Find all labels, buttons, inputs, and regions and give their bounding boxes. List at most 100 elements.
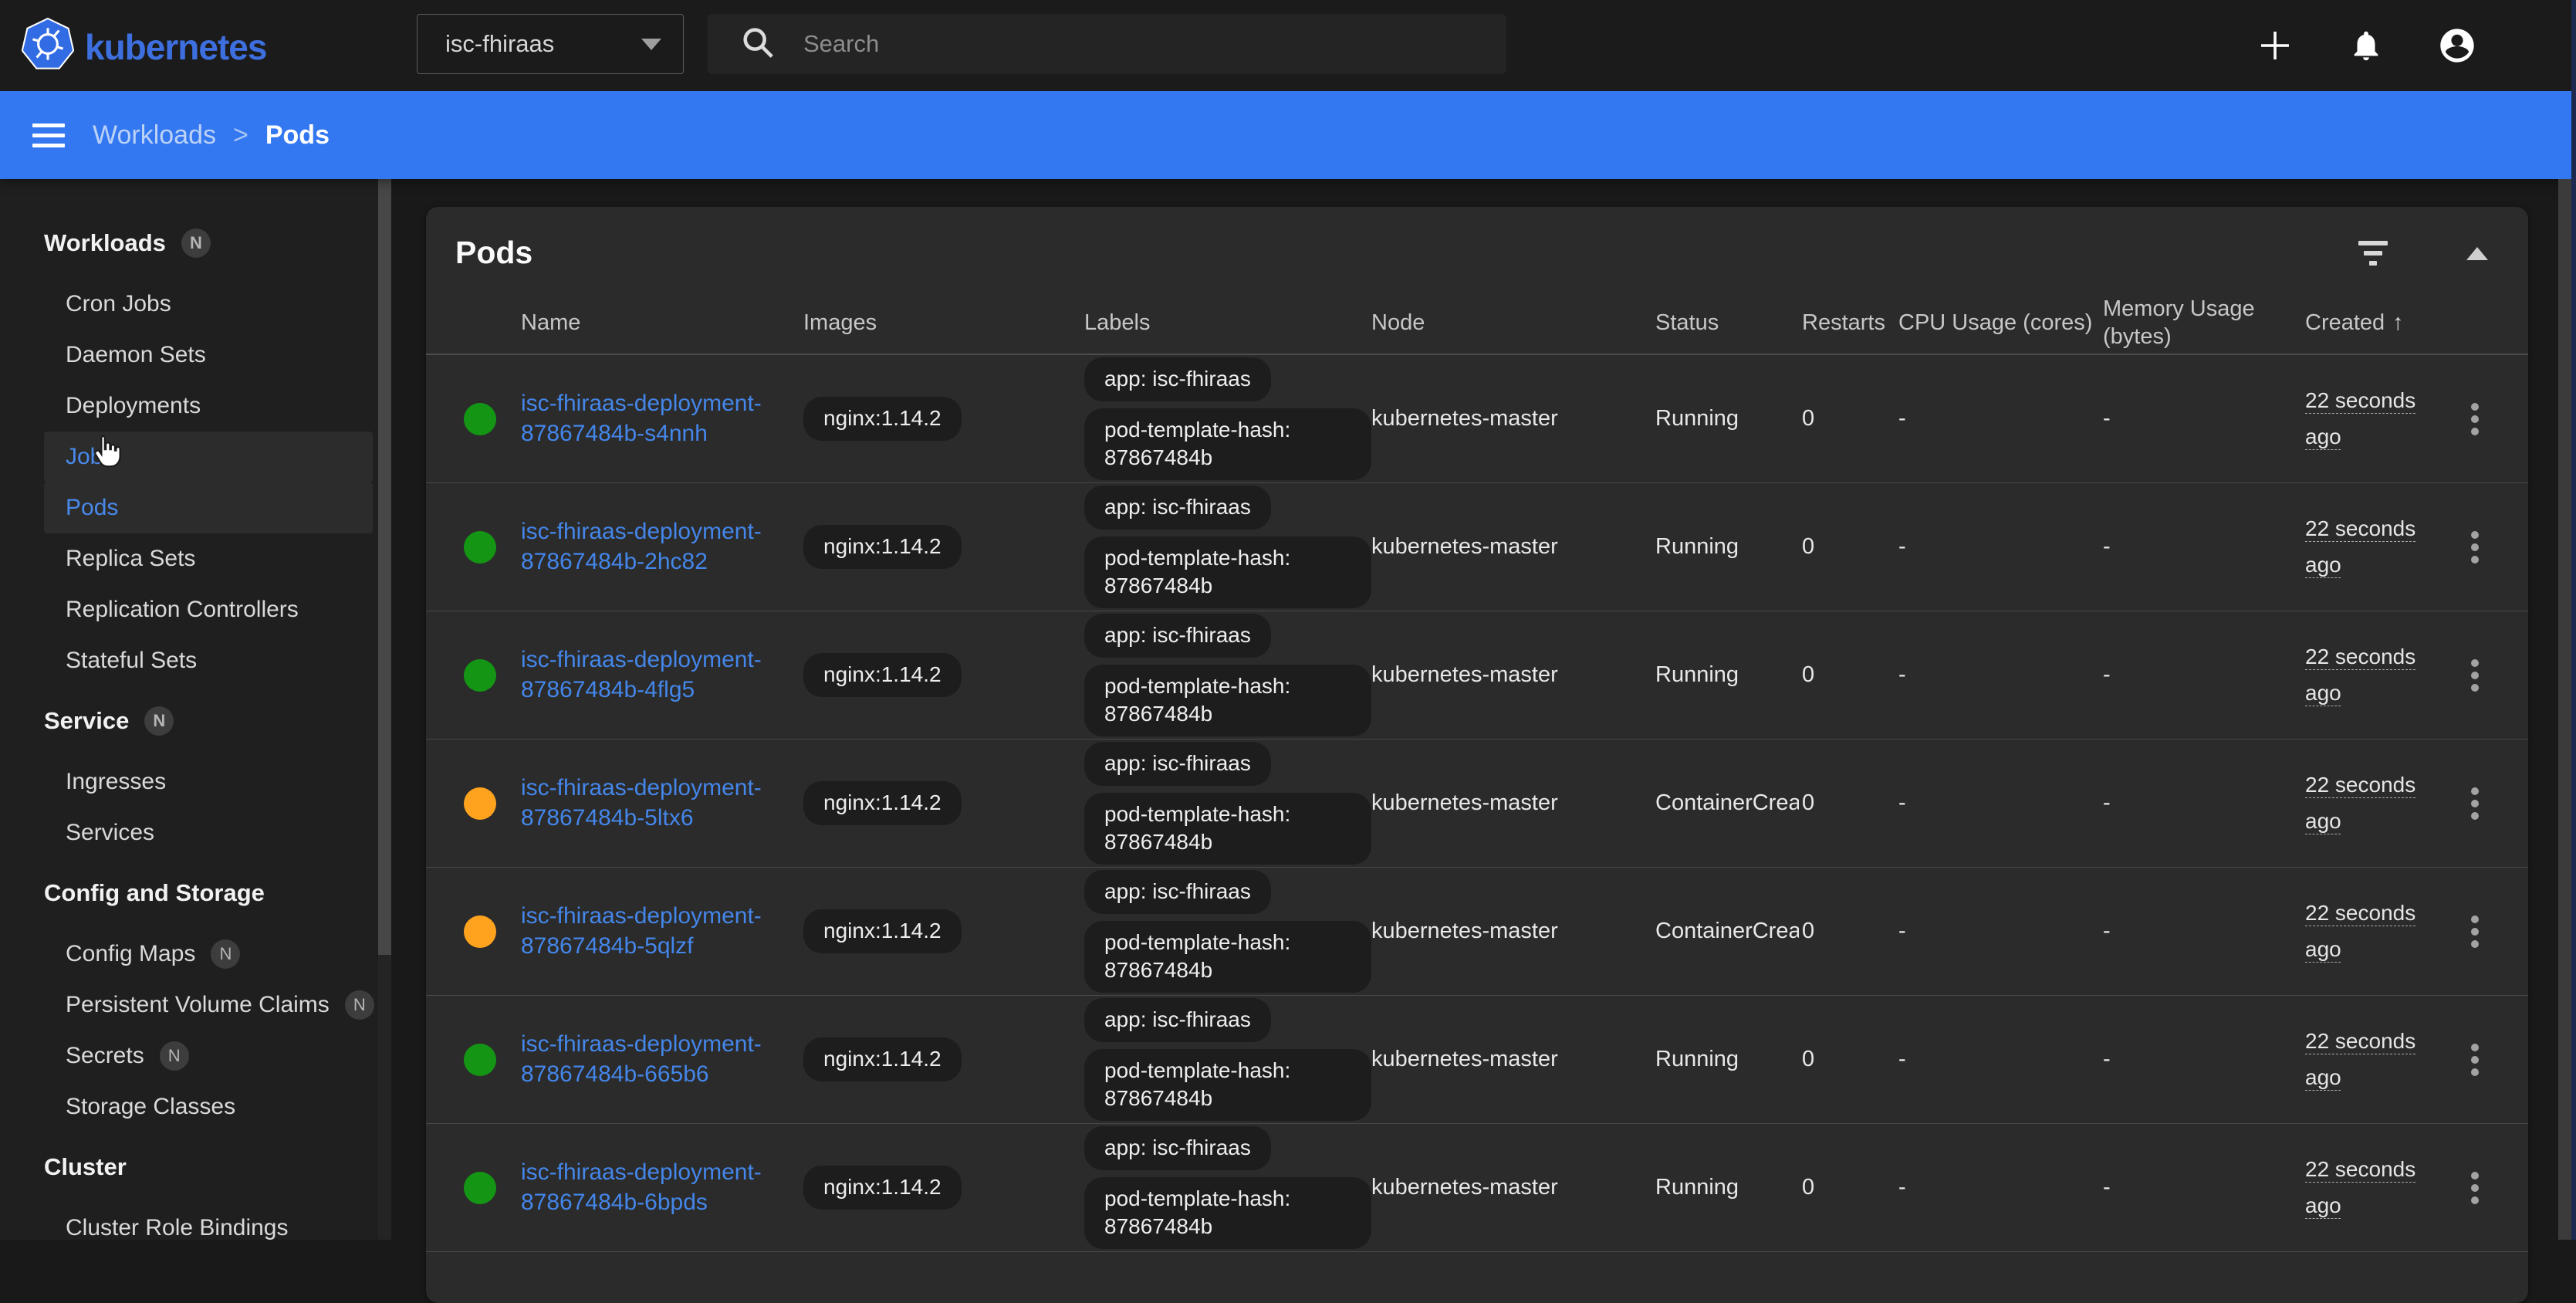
- sidebar-item-cluster-role-bindings[interactable]: Cluster Role Bindings: [0, 1203, 378, 1240]
- sidebar-section-cluster: ClusterCluster Role Bindings: [0, 1150, 378, 1240]
- sidebar-item-replica-sets[interactable]: Replica Sets: [0, 533, 378, 584]
- created-ago-text: 22 seconds ago: [2305, 511, 2425, 582]
- filter-icon[interactable]: [2354, 236, 2392, 270]
- column-header-created[interactable]: Created↑: [2302, 309, 2470, 337]
- sidebar-nav: WorkloadsN Cron JobsDaemon SetsDeployment…: [0, 179, 378, 1240]
- row-actions-kebab-icon[interactable]: [2470, 403, 2500, 435]
- page-scrollbar-thumb[interactable]: [2558, 179, 2571, 1240]
- created-cell: 22 seconds ago: [2302, 1152, 2470, 1223]
- label-chip: pod-template-hash: 87867484b: [1084, 921, 1371, 993]
- pod-status-dot-icon: [464, 403, 496, 435]
- pod-name-link[interactable]: isc-fhiraas-deployment-87867484b-2hc82: [521, 517, 791, 577]
- cpu-usage-cell: -: [1895, 1175, 2100, 1200]
- sidebar-item-pods[interactable]: Pods: [44, 482, 373, 533]
- labels-cell: app: isc-fhiraaspod-template-hash: 87867…: [1081, 998, 1368, 1120]
- pod-status-dot-icon: [464, 531, 496, 564]
- row-actions-kebab-icon[interactable]: [2470, 915, 2500, 948]
- sidebar-item-storage-classes[interactable]: Storage Classes: [0, 1081, 378, 1132]
- sidebar-item-jobs[interactable]: Jobs: [44, 432, 373, 482]
- sidebar-item-stateful-sets[interactable]: Stateful Sets: [0, 635, 378, 686]
- row-actions-kebab-icon[interactable]: [2470, 531, 2500, 564]
- namespace-selector[interactable]: isc-fhiraas: [417, 14, 684, 74]
- table-header-row: NameImagesLabelsNodeStatusRestartsCPU Us…: [426, 292, 2528, 354]
- created-cell: 22 seconds ago: [2302, 383, 2470, 454]
- sidebar-section-config-and-storage: Config and StorageConfig MapsNPersistent…: [0, 876, 378, 1132]
- column-header-memory-usage-bytes[interactable]: Memory Usage (bytes): [2100, 295, 2302, 351]
- sidebar-item-secrets[interactable]: SecretsN: [0, 1031, 378, 1081]
- sidebar-item-daemon-sets[interactable]: Daemon Sets: [0, 330, 378, 381]
- pod-status-dot-icon: [464, 915, 496, 948]
- namespaced-badge: N: [345, 990, 374, 1020]
- create-resource-button[interactable]: [2253, 24, 2297, 67]
- kubernetes-logo[interactable]: kubernetes: [22, 17, 266, 76]
- node-cell: kubernetes-master: [1368, 1175, 1652, 1200]
- column-header-restarts[interactable]: Restarts: [1799, 309, 1895, 337]
- memory-usage-cell: -: [2100, 790, 2302, 816]
- table-row: isc-fhiraas-deployment-87867484b-5ltx6 n…: [426, 739, 2528, 868]
- sidebar-item-persistent-volume-claims[interactable]: Persistent Volume ClaimsN: [0, 980, 378, 1031]
- created-ago-text: 22 seconds ago: [2305, 1024, 2425, 1095]
- notifications-bell-icon[interactable]: [2344, 24, 2388, 67]
- sidebar-item-cron-jobs[interactable]: Cron Jobs: [0, 279, 378, 330]
- sidebar-scrollbar-thumb[interactable]: [378, 179, 391, 955]
- pod-name-link[interactable]: isc-fhiraas-deployment-87867484b-s4nnh: [521, 389, 791, 448]
- cpu-usage-cell: -: [1895, 1047, 2100, 1072]
- status-dot-cell: [426, 915, 507, 948]
- breadcrumb-workloads-link[interactable]: Workloads: [93, 120, 216, 151]
- column-header-images[interactable]: Images: [800, 309, 1081, 337]
- pod-name-link[interactable]: isc-fhiraas-deployment-87867484b-665b6: [521, 1030, 791, 1089]
- cpu-usage-cell: -: [1895, 919, 2100, 944]
- column-header-cpu-usage-cores[interactable]: CPU Usage (cores): [1895, 309, 2100, 337]
- search-icon: [740, 25, 776, 64]
- row-actions-kebab-icon[interactable]: [2470, 1044, 2500, 1076]
- sidebar-item-deployments[interactable]: Deployments: [0, 381, 378, 432]
- sidebar-item-ingresses[interactable]: Ingresses: [0, 756, 378, 807]
- label-chip: app: isc-fhiraas: [1084, 1126, 1271, 1169]
- namespaced-badge: N: [160, 1041, 189, 1071]
- image-chip: nginx:1.14.2: [803, 909, 962, 953]
- image-chip: nginx:1.14.2: [803, 1166, 962, 1209]
- created-ago-text: 22 seconds ago: [2305, 767, 2425, 838]
- sidebar-item-replication-controllers[interactable]: Replication Controllers: [0, 584, 378, 635]
- created-cell: 22 seconds ago: [2302, 895, 2470, 966]
- user-avatar[interactable]: [2436, 24, 2479, 67]
- sidebar-item-config-maps[interactable]: Config MapsN: [0, 929, 378, 980]
- top-app-bar: kubernetes isc-fhiraas: [0, 0, 2571, 91]
- pod-name-link[interactable]: isc-fhiraas-deployment-87867484b-5qlzf: [521, 902, 791, 961]
- table-row: isc-fhiraas-deployment-87867484b-s4nnh n…: [426, 355, 2528, 483]
- row-actions-kebab-icon[interactable]: [2470, 1172, 2500, 1204]
- window-edge-strip: [2571, 0, 2576, 1240]
- collapse-card-caret-icon[interactable]: [2466, 247, 2488, 260]
- name-cell: isc-fhiraas-deployment-87867484b-4flg5: [507, 645, 800, 705]
- status-cell: Running: [1652, 662, 1799, 688]
- row-actions-kebab-icon[interactable]: [2470, 787, 2500, 820]
- column-header-name[interactable]: Name: [507, 309, 800, 337]
- status-cell: ContainerCreating: [1652, 919, 1799, 944]
- sidebar-section-workloads: WorkloadsN Cron JobsDaemon SetsDeployment…: [0, 226, 378, 686]
- sidebar-scrollbar-track: [378, 179, 391, 1240]
- column-header-status[interactable]: Status: [1652, 309, 1799, 337]
- memory-usage-cell: -: [2100, 534, 2302, 560]
- node-cell: kubernetes-master: [1368, 790, 1652, 816]
- column-header-node[interactable]: Node: [1368, 309, 1652, 337]
- pods-card: Pods NameImagesLabelsNodeStatusRestartsC…: [426, 207, 2528, 1303]
- sidebar-item-services[interactable]: Services: [0, 807, 378, 858]
- brand-title: kubernetes: [85, 26, 266, 68]
- images-cell: nginx:1.14.2: [800, 781, 1081, 824]
- label-chip: pod-template-hash: 87867484b: [1084, 1177, 1371, 1249]
- sidebar-section-title: WorkloadsN: [0, 226, 378, 260]
- pod-status-dot-icon: [464, 1172, 496, 1204]
- row-actions-kebab-icon[interactable]: [2470, 659, 2500, 692]
- restarts-cell: 0: [1799, 406, 1895, 432]
- menu-hamburger-icon[interactable]: [32, 124, 65, 147]
- column-header-labels[interactable]: Labels: [1081, 309, 1368, 337]
- pod-name-link[interactable]: isc-fhiraas-deployment-87867484b-4flg5: [521, 645, 791, 705]
- pod-name-link[interactable]: isc-fhiraas-deployment-87867484b-6bpds: [521, 1158, 791, 1217]
- node-cell: kubernetes-master: [1368, 1047, 1652, 1072]
- label-chip: app: isc-fhiraas: [1084, 357, 1271, 401]
- label-chip: app: isc-fhiraas: [1084, 614, 1271, 657]
- search-input[interactable]: [803, 30, 1436, 58]
- created-ago-text: 22 seconds ago: [2305, 895, 2425, 966]
- pods-card-title: Pods: [455, 235, 532, 271]
- pod-name-link[interactable]: isc-fhiraas-deployment-87867484b-5ltx6: [521, 773, 791, 833]
